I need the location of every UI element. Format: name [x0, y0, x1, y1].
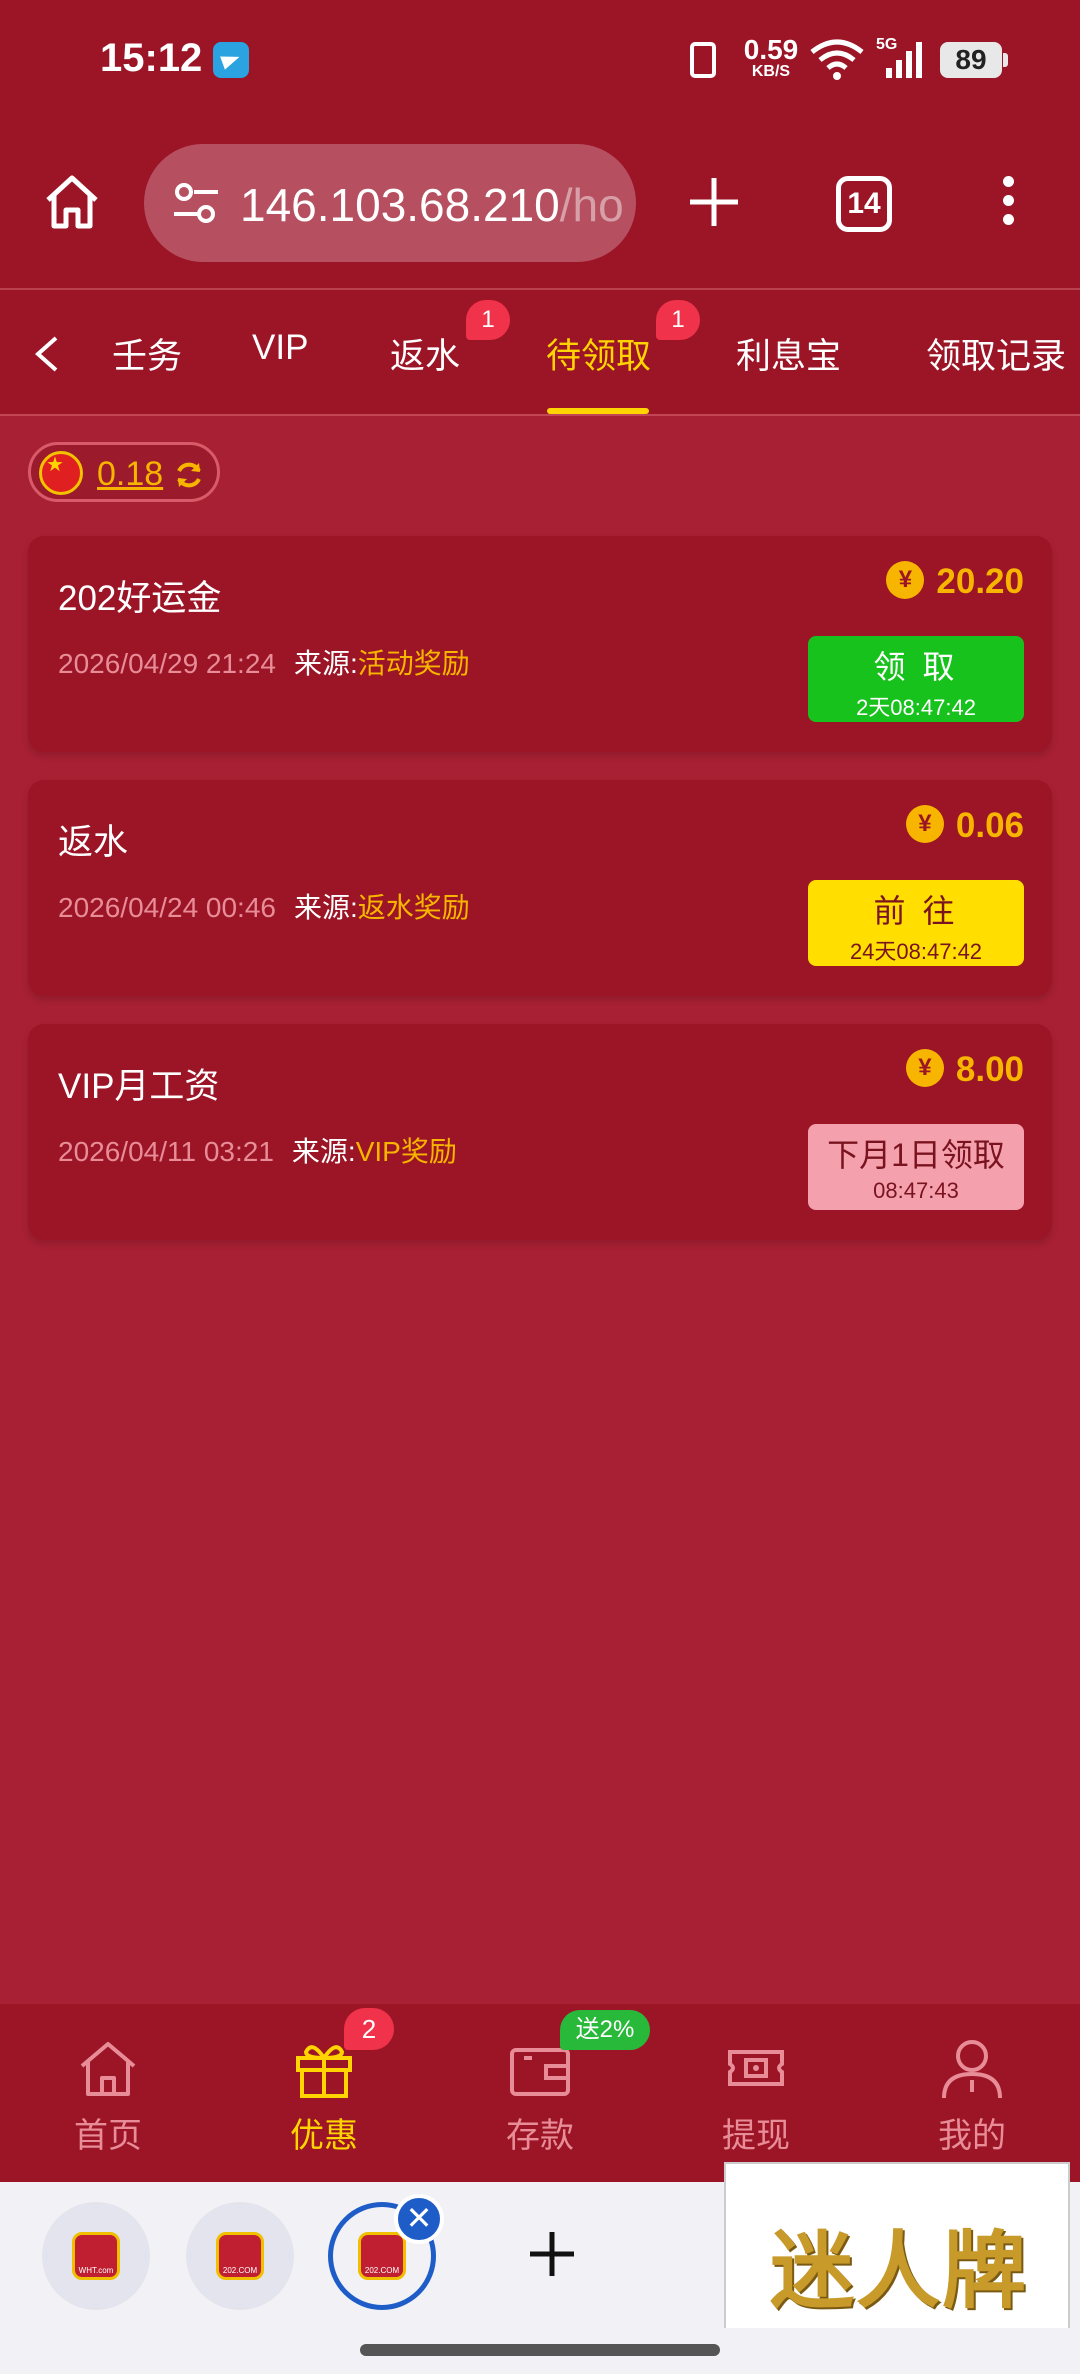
reward-source-label: 来源:: [291, 1136, 356, 1167]
home-icon[interactable]: [42, 172, 102, 232]
coin-icon: ¥: [905, 1048, 944, 1087]
brand-watermark: 迷人牌: [724, 2162, 1070, 2352]
china-flag-icon: [39, 451, 83, 495]
coin-icon: ¥: [886, 560, 925, 599]
go-countdown: 24天08:47:42: [849, 939, 983, 964]
reward-card: 返水 ¥0.06 2026/04/24 00:46 来源:返水奖励 前 往 24天…: [28, 780, 1052, 996]
next-month-countdown: 08:47:43: [873, 1178, 959, 1203]
ticket-icon: [728, 2050, 784, 2086]
tab-nav: 壬务 VIP 返水 1 待领取 1 利息宝 领取记录: [0, 288, 1080, 416]
nav-profile-label: 我的: [938, 2117, 1006, 2155]
user-icon: [942, 2040, 1002, 2099]
reward-amount: ¥8.00: [905, 1048, 1024, 1091]
reward-date: 2026/04/24 00:46: [58, 892, 276, 923]
telegram-icon: [213, 42, 249, 78]
tab-pending[interactable]: 待领取: [546, 328, 651, 379]
nav-promotions-label: 优惠: [290, 2117, 358, 2155]
reward-card: VIP月工资 ¥8.00 2026/04/11 03:21 来源:VIP奖励 下月…: [28, 1024, 1052, 1240]
tray-app-wht[interactable]: WHT.com: [42, 2202, 150, 2310]
home-indicator[interactable]: [360, 2344, 720, 2356]
promotions-badge: 2: [344, 2008, 394, 2050]
refresh-icon[interactable]: [173, 459, 205, 491]
reward-date: 2026/04/11 03:21: [58, 1136, 274, 1167]
tab-task[interactable]: 壬务: [112, 328, 182, 379]
app-logo-icon: WHT.com: [72, 2232, 120, 2280]
nav-home-label: 首页: [74, 2117, 142, 2155]
reward-meta: 2026/04/29 21:24 来源:活动奖励: [58, 642, 470, 682]
nav-withdraw[interactable]: 提现: [648, 2004, 864, 2182]
reward-amount-value: 20.20: [936, 562, 1024, 601]
app-logo-text: 202.COM: [222, 2266, 258, 2275]
wifi-icon: [810, 39, 864, 80]
claim-button-label: 领 取: [873, 649, 959, 685]
app-logo-icon: 202.COM: [216, 2232, 264, 2280]
status-time: 15:12: [100, 36, 203, 80]
reward-source: 活动奖励: [357, 648, 470, 679]
reward-title: VIP月工资: [58, 1067, 220, 1106]
close-icon[interactable]: ✕: [394, 2194, 444, 2244]
home-icon: [80, 2042, 136, 2096]
tray-app-202[interactable]: 202.COM: [186, 2202, 294, 2310]
bottom-nav: 首页 优惠 存款 提现 我的: [0, 2004, 1080, 2182]
reward-meta: 2026/04/11 03:21 来源:VIP奖励: [58, 1130, 457, 1170]
app-logo-text: WHT.com: [78, 2266, 114, 2275]
go-button[interactable]: 前 往 24天08:47:42: [808, 880, 1024, 966]
net-speed-value: 0.59: [743, 34, 799, 65]
app-logo-icon: 202.COM: [358, 2232, 406, 2280]
claim-button[interactable]: 领 取 2天08:47:42: [808, 636, 1024, 722]
reward-source: VIP奖励: [355, 1136, 457, 1167]
next-month-claim-button[interactable]: 下月1日领取 08:47:43: [808, 1124, 1024, 1210]
reward-amount: ¥20.20: [886, 560, 1024, 603]
nav-promotions[interactable]: 优惠: [216, 2004, 432, 2182]
browser-toolbar: 146.103.68.210/ho 14: [0, 120, 1080, 288]
tab-claim-history[interactable]: 领取记录: [926, 328, 1066, 379]
chevron-left-icon[interactable]: [30, 334, 66, 374]
signal-icon: [886, 42, 922, 78]
reward-amount-value: 8.00: [955, 1050, 1024, 1089]
reward-date: 2026/04/29 21:24: [58, 648, 276, 679]
reward-source-label: 来源:: [293, 892, 358, 923]
tab-switcher-button[interactable]: 14: [836, 176, 892, 232]
next-month-claim-label: 下月1日领取: [827, 1137, 1005, 1173]
balance-chip: 0.18: [28, 442, 220, 502]
url-host: 146.103.68.210: [240, 179, 560, 231]
add-app-icon[interactable]: [524, 2226, 580, 2282]
vibrate-icon: [690, 42, 716, 78]
site-settings-icon[interactable]: [172, 180, 220, 226]
battery-icon: 89: [940, 42, 1008, 78]
reward-amount-value: 0.06: [955, 806, 1024, 845]
more-menu-icon[interactable]: [998, 176, 1018, 236]
status-bar: 15:12 0.59 KB/S 5G 89: [0, 0, 1080, 120]
net-speed-unit: KB/S: [751, 63, 791, 80]
reward-title: 返水: [58, 823, 129, 862]
reward-card: 202好运金 ¥20.20 2026/04/29 21:24 来源:活动奖励 领 …: [28, 536, 1052, 752]
balance-value[interactable]: 0.18: [97, 455, 163, 494]
url-text: 146.103.68.210/ho: [240, 178, 624, 232]
reward-source-label: 来源:: [293, 648, 358, 679]
coin-icon: ¥: [905, 804, 944, 843]
tab-pending-badge: 1: [656, 300, 700, 340]
nav-withdraw-label: 提现: [722, 2117, 790, 2155]
tab-rebate-badge: 1: [466, 300, 510, 340]
url-bar[interactable]: 146.103.68.210/ho: [144, 144, 636, 262]
url-path: /ho: [559, 179, 624, 231]
deposit-bonus-badge: 送2%: [560, 2010, 650, 2050]
nav-home[interactable]: 首页: [0, 2004, 216, 2182]
app-logo-text: 202.COM: [364, 2266, 400, 2275]
reward-amount: ¥0.06: [905, 804, 1024, 847]
tab-vip[interactable]: VIP: [252, 328, 308, 368]
nav-deposit-label: 存款: [506, 2117, 574, 2155]
claim-countdown: 2天08:47:42: [856, 695, 976, 720]
reward-title: 202好运金: [58, 579, 222, 618]
active-tab-indicator: [547, 408, 649, 414]
nav-profile[interactable]: 我的: [864, 2004, 1080, 2182]
net-speed: 0.59 KB/S: [740, 36, 802, 80]
new-tab-icon[interactable]: [686, 174, 742, 230]
go-button-label: 前 往: [873, 893, 959, 929]
reward-source: 返水奖励: [357, 892, 470, 923]
brand-text: 迷人牌: [769, 2221, 1028, 2320]
tab-interest[interactable]: 利息宝: [736, 328, 841, 379]
tab-rebate[interactable]: 返水: [390, 328, 460, 379]
reward-meta: 2026/04/24 00:46 来源:返水奖励: [58, 886, 470, 926]
